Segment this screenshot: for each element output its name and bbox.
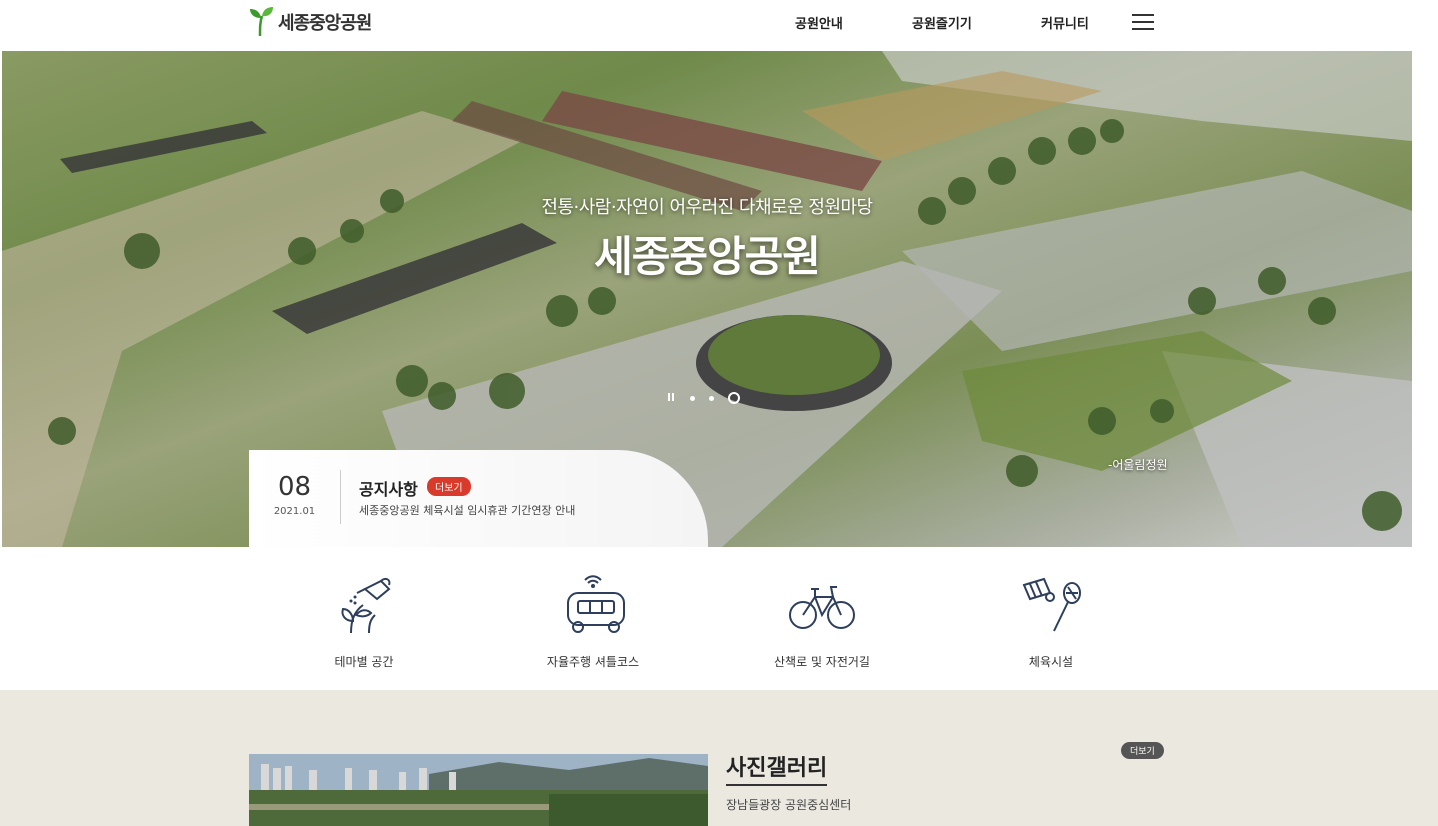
- quick-link-label: 테마별 공간: [334, 655, 394, 669]
- quick-link-shuttle[interactable]: 자율주행 셔틀코스: [518, 575, 668, 670]
- nav-community[interactable]: 커뮤니티: [1041, 13, 1089, 32]
- slider-dot-3-active[interactable]: [728, 392, 740, 404]
- gallery-title: 사진갤러리: [726, 750, 828, 786]
- slider-dot-2[interactable]: [709, 395, 714, 401]
- menu-hamburger-icon[interactable]: [1132, 14, 1156, 32]
- hero-subtitle: 전통·사람·자연이 어우러진 다채로운 정원마당: [541, 197, 873, 218]
- site-logo[interactable]: 세종중앙공원: [248, 6, 372, 38]
- quick-link-label: 산책로 및 자전거길: [774, 655, 870, 669]
- quick-link-label: 자율주행 셔틀코스: [546, 655, 640, 669]
- notice-link[interactable]: 세종중앙공원 체육시설 임시휴관 기간연장 안내: [359, 502, 575, 518]
- notice-date: 08 2021.01: [249, 472, 340, 517]
- gallery-landscape-image: [249, 754, 708, 826]
- quick-link-theme-space[interactable]: 테마별 공간: [289, 575, 439, 670]
- slider-dot-1[interactable]: [690, 395, 695, 401]
- badminton-icon: [1022, 577, 1081, 632]
- pause-icon[interactable]: [668, 393, 676, 403]
- quick-link-sports[interactable]: 체육시설: [976, 575, 1126, 670]
- site-header: 세종중앙공원 공원안내 공원즐기기 커뮤니티: [0, 0, 1438, 50]
- photo-caption: -어울림정원: [1108, 458, 1168, 472]
- leaf-logo-icon: [250, 7, 273, 37]
- gallery-photo-caption[interactable]: 장남들광장 공원중심센터: [726, 796, 851, 813]
- notice-day: 08: [277, 472, 312, 502]
- photo-gallery-section: 사진갤러리 장남들광장 공원중심센터 더보기: [0, 690, 1438, 826]
- quick-links: 테마별 공간 자율주행 셔틀코스 산책로 및 자전거길 체육시설: [0, 547, 1438, 690]
- park-aerial-photo: [2, 51, 1412, 547]
- notice-year-month: 2021.01: [273, 506, 316, 517]
- hero-banner: 전통·사람·자연이 어우러진 다채로운 정원마당 세종중앙공원 -어울림정원: [2, 51, 1412, 547]
- quick-link-trail[interactable]: 산책로 및 자전거길: [747, 575, 897, 670]
- quick-link-label: 체육시설: [1028, 655, 1074, 669]
- hero-title: 세종중앙공원: [594, 232, 821, 281]
- notice-panel: 08 2021.01 공지사항 더보기 세종중앙공원 체육시설 임시휴관 기간연…: [249, 450, 708, 547]
- gallery-more-button[interactable]: 더보기: [1121, 742, 1164, 759]
- notice-more-button[interactable]: 더보기: [427, 477, 471, 496]
- nav-park-enjoy[interactable]: 공원즐기기: [912, 13, 972, 32]
- notice-title: 공지사항: [359, 480, 418, 499]
- bicycle-icon: [789, 586, 855, 629]
- gallery-photo[interactable]: [249, 754, 708, 826]
- slider-controls: [668, 392, 740, 404]
- nav-park-info[interactable]: 공원안내: [795, 13, 843, 32]
- shuttle-bus-icon: [567, 575, 625, 633]
- notice-divider: [340, 470, 341, 524]
- logo-text: 세종중앙공원: [278, 13, 372, 34]
- watering-can-icon: [341, 577, 391, 634]
